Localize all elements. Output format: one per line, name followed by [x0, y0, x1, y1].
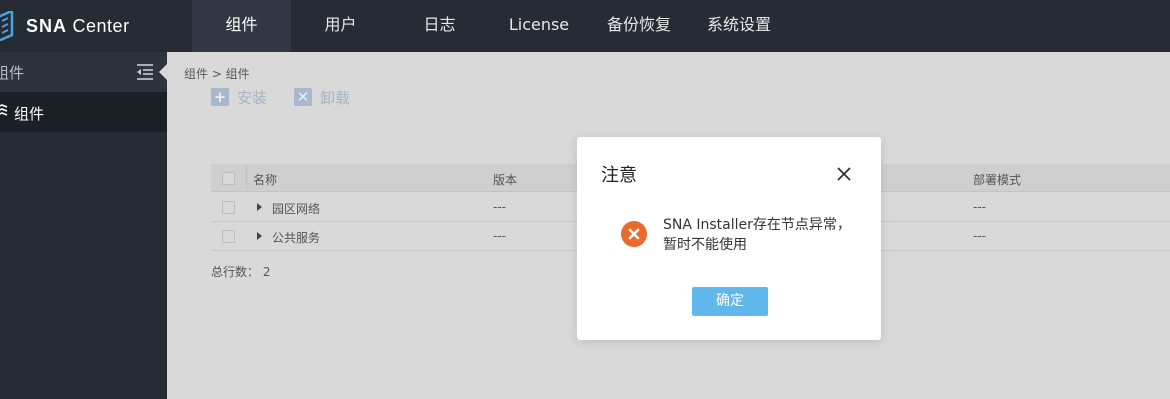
top-nav-bar: SNA Center 组件 用户 日志 License 备份恢复 系统设置 — [0, 0, 1170, 52]
column-divider — [246, 164, 247, 192]
confirm-button[interactable]: 确定 — [692, 287, 768, 316]
row-name: 公共服务 — [272, 231, 321, 245]
close-icon[interactable] — [836, 166, 852, 182]
alert-dialog: 注意 SNA Installer存在节点异常，暂时不能使用 确定 — [577, 137, 881, 340]
select-all-checkbox[interactable] — [222, 172, 235, 185]
sidebar-title: 组件 — [0, 64, 25, 82]
expand-caret-icon[interactable] — [257, 203, 262, 211]
x-box-icon: ✕ — [294, 88, 312, 106]
sidebar: 组件 组件 — [0, 52, 168, 399]
nav-tab-license[interactable]: License — [489, 0, 589, 52]
logo-hex-icon — [0, 11, 14, 41]
total-rows-value: 2 — [262, 265, 271, 279]
nav-tab-components[interactable]: 组件 — [192, 0, 291, 52]
plus-icon: + — [211, 88, 229, 106]
uninstall-label: 卸载 — [320, 88, 351, 107]
row-deploy-mode: --- — [973, 229, 986, 243]
column-header-deploy-mode[interactable]: 部署模式 — [973, 171, 1021, 188]
layers-icon — [0, 104, 8, 116]
nav-tab-users[interactable]: 用户 — [291, 0, 390, 52]
row-checkbox[interactable] — [222, 230, 235, 243]
nav-tab-logs[interactable]: 日志 — [390, 0, 489, 52]
column-header-version[interactable]: 版本 — [493, 171, 517, 188]
logo-text: SNA Center — [26, 15, 130, 36]
app-logo[interactable]: SNA Center — [0, 0, 130, 52]
row-deploy-mode: --- — [973, 200, 986, 214]
install-button[interactable]: + 安装 — [211, 87, 267, 107]
nav-tab-system-settings[interactable]: 系统设置 — [689, 0, 789, 52]
sidebar-item-label: 组件 — [14, 105, 45, 123]
nav-tab-backup-restore[interactable]: 备份恢复 — [589, 0, 689, 52]
row-version: --- — [493, 229, 506, 243]
total-rows: 总行数： 2 — [211, 263, 270, 280]
collapse-menu-icon[interactable] — [136, 63, 154, 80]
row-name: 园区网络 — [272, 202, 321, 216]
row-version: --- — [493, 200, 506, 214]
sidebar-item-components[interactable]: 组件 — [0, 92, 167, 132]
column-header-name[interactable]: 名称 — [253, 171, 277, 188]
sidebar-header: 组件 — [0, 52, 167, 92]
row-checkbox[interactable] — [222, 201, 235, 214]
dialog-title: 注意 — [601, 165, 637, 186]
dialog-message: SNA Installer存在节点异常，暂时不能使用 — [663, 217, 851, 253]
uninstall-button[interactable]: ✕ 卸载 — [294, 87, 350, 107]
breadcrumb: 组件 > 组件 — [184, 67, 250, 81]
error-icon — [621, 221, 647, 247]
expand-caret-icon[interactable] — [257, 232, 262, 240]
total-rows-label: 总行数： — [211, 265, 260, 279]
install-label: 安装 — [237, 88, 268, 107]
